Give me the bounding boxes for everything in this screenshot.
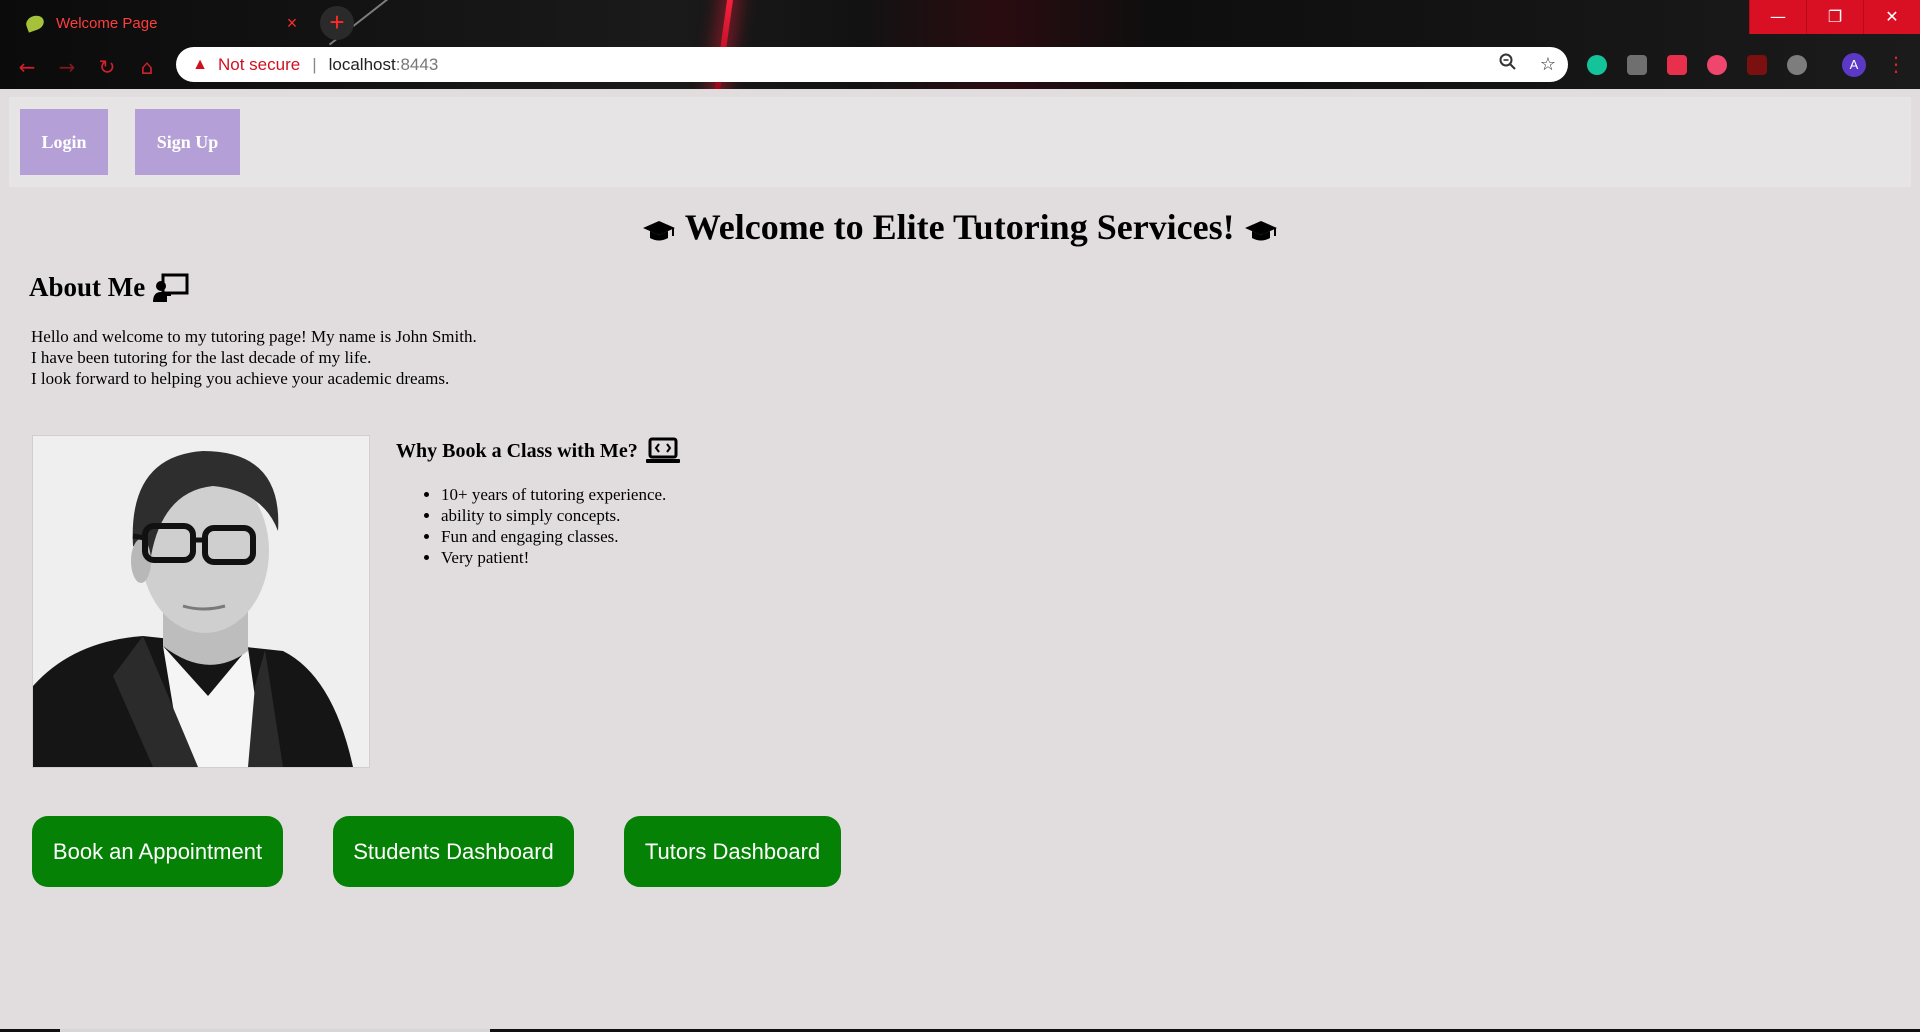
tutors-dashboard-button[interactable]: Tutors Dashboard [624, 816, 841, 887]
laptop-code-icon [645, 437, 680, 463]
about-me-title: About Me [29, 272, 146, 302]
book-appointment-button[interactable]: Book an Appointment [32, 816, 283, 887]
about-me-text: Hello and welcome to my tutoring page! M… [31, 326, 477, 389]
welcome-heading: Welcome to Elite Tutoring Services! [0, 206, 1920, 248]
graduation-cap-icon [1244, 220, 1277, 241]
url-host[interactable]: localhost [329, 55, 396, 75]
browser-menu-icon[interactable]: ⋮ [1886, 52, 1906, 76]
list-item: Very patient! [441, 547, 666, 568]
zoom-icon[interactable] [1488, 53, 1528, 76]
leaf-icon [24, 13, 46, 33]
browser-tab[interactable]: Welcome Page × [10, 4, 310, 42]
list-item: ability to simply concepts. [441, 505, 666, 526]
minimize-button[interactable]: — [1749, 0, 1806, 34]
why-book-title: Why Book a Class with Me? [396, 439, 638, 462]
restore-button[interactable]: ❐ [1806, 0, 1863, 34]
bookmark-star-icon[interactable]: ☆ [1528, 54, 1568, 75]
pdf-extension-icon[interactable] [1747, 55, 1767, 75]
tab-close-icon[interactable]: × [280, 13, 304, 34]
top-navigation-bar: Login Sign Up [9, 97, 1911, 187]
back-arrow-icon[interactable]: ← [14, 54, 40, 80]
url-port[interactable]: :8443 [396, 55, 439, 75]
new-tab-button[interactable]: + [320, 6, 354, 40]
reload-icon[interactable]: ↻ [94, 54, 120, 80]
warning-icon: ▲ [192, 55, 208, 73]
list-item: 10+ years of tutoring experience. [441, 484, 666, 505]
security-label[interactable]: Not secure [218, 55, 300, 75]
profile-avatar[interactable]: A [1842, 53, 1866, 77]
tutor-portrait-image [32, 435, 370, 768]
tab-title: Welcome Page [56, 14, 158, 32]
browser-chrome: Welcome Page × + — ❐ ✕ ← → ↻ ⌂ ▲ Not sec… [0, 0, 1920, 89]
home-icon[interactable]: ⌂ [134, 54, 160, 80]
page-title: Welcome to Elite Tutoring Services! [684, 207, 1235, 247]
about-line: Hello and welcome to my tutoring page! M… [31, 327, 477, 346]
teacher-board-icon [153, 273, 189, 302]
window-controls: — ❐ ✕ [1749, 0, 1920, 34]
about-line: I look forward to helping you achieve yo… [31, 369, 450, 388]
list-item: Fun and engaging classes. [441, 526, 666, 547]
about-me-heading: About Me [29, 272, 189, 303]
students-dashboard-button[interactable]: Students Dashboard [333, 816, 574, 887]
why-book-heading: Why Book a Class with Me? [396, 437, 680, 465]
forward-arrow-icon[interactable]: → [54, 54, 80, 80]
pocket-extension-icon[interactable] [1667, 55, 1687, 75]
close-window-button[interactable]: ✕ [1863, 0, 1920, 34]
reasons-list: 10+ years of tutoring experience. abilit… [420, 484, 666, 568]
misc-extension-icon[interactable] [1787, 55, 1807, 75]
signup-button[interactable]: Sign Up [135, 109, 240, 175]
todoist-extension-icon[interactable] [1707, 55, 1727, 75]
about-line: I have been tutoring for the last decade… [31, 348, 372, 367]
login-button[interactable]: Login [20, 109, 108, 175]
graduation-cap-icon [643, 220, 676, 241]
url-separator: | [312, 54, 317, 74]
address-bar[interactable]: ▲ Not secure | localhost :8443 ☆ [176, 47, 1568, 82]
facebook-extension-icon[interactable] [1627, 55, 1647, 75]
grammarly-extension-icon[interactable] [1587, 55, 1607, 75]
